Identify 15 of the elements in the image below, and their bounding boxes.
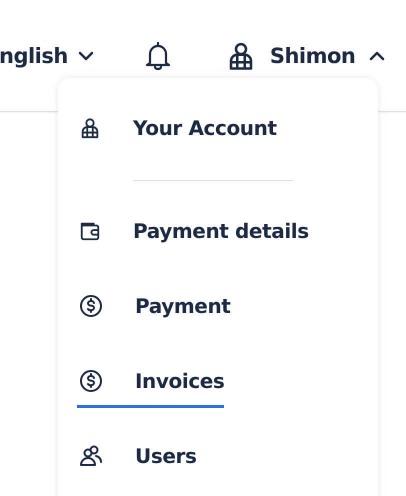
- menu-item[interactable]: Payment: [77, 286, 230, 333]
- wallet-icon: [79, 220, 101, 242]
- dollar-icon: [79, 369, 103, 393]
- account-icon: [79, 117, 101, 139]
- notification-bell-icon[interactable]: [144, 40, 172, 70]
- chevron-icon: [78, 50, 94, 60]
- caret-icon: [369, 50, 386, 60]
- menu-item[interactable]: Invoices: [77, 361, 224, 408]
- user-menu-button[interactable]: Shimon: [226, 40, 386, 70]
- users-icon: [79, 444, 103, 468]
- menu-item[interactable]: Payment details: [77, 211, 309, 258]
- dollar-icon: [79, 294, 103, 318]
- menu-item[interactable]: Your Account: [77, 108, 277, 155]
- language-selector[interactable]: nglish: [0, 44, 94, 68]
- menu-item[interactable]: Users: [77, 436, 196, 483]
